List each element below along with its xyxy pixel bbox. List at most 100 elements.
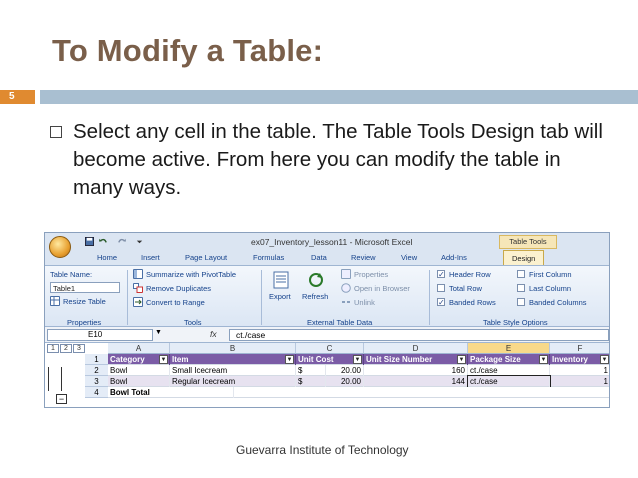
tab-formulas[interactable]: Formulas	[253, 253, 284, 262]
excel-screenshot: ex07_Inventory_lesson11 - Microsoft Exce…	[44, 232, 610, 408]
pivot-table-icon	[133, 269, 143, 279]
bullet-text: Select any cell in the table. The Table …	[73, 120, 603, 199]
column-header-c[interactable]: C	[296, 343, 364, 354]
external-table-data-label: External Table Data	[307, 318, 373, 327]
name-box[interactable]: E10	[47, 329, 153, 341]
column-header-f[interactable]: F	[550, 343, 609, 354]
filter-dropdown-icon[interactable]: ▼	[457, 355, 466, 364]
outline-level-2[interactable]: 2	[60, 344, 72, 353]
tab-data[interactable]: Data	[311, 253, 327, 262]
remove-duplicates-button[interactable]: Remove Duplicates	[146, 284, 211, 293]
row-header[interactable]: 1	[85, 354, 108, 365]
cell[interactable]: 160	[364, 365, 468, 376]
fx-icon[interactable]: fx	[210, 329, 217, 339]
table-name-input[interactable]: Table1	[50, 282, 120, 293]
table-style-options-label: Table Style Options	[483, 318, 548, 327]
tab-insert[interactable]: Insert	[141, 253, 160, 262]
cell[interactable]: 20.00	[326, 365, 364, 376]
selected-cell-e10[interactable]: ct./case	[467, 375, 551, 388]
convert-to-range-button[interactable]: Convert to Range	[146, 298, 205, 307]
cell[interactable]: $	[296, 376, 326, 387]
filter-dropdown-icon[interactable]: ▼	[539, 355, 548, 364]
refresh-button[interactable]: Refresh	[302, 292, 328, 301]
outline-level-1[interactable]: 1	[47, 344, 59, 353]
table-tools-context-tab: Table Tools	[499, 235, 557, 249]
slide-number: 5	[9, 91, 15, 102]
banded-columns-label: Banded Columns	[529, 298, 587, 307]
collapse-group-button[interactable]: −	[56, 394, 67, 404]
header-row-checkbox[interactable]: ✓	[437, 270, 445, 279]
row-header[interactable]: 4	[85, 387, 108, 398]
column-header-b[interactable]: B	[170, 343, 296, 354]
window-title: ex07_Inventory_lesson11 - Microsoft Exce…	[251, 237, 413, 247]
open-in-browser-button[interactable]: Open in Browser	[354, 284, 410, 293]
column-header-a[interactable]: A	[108, 343, 170, 354]
office-button-icon[interactable]	[49, 236, 71, 258]
banded-columns-checkbox[interactable]	[517, 298, 525, 306]
first-column-checkbox[interactable]	[517, 270, 525, 278]
save-icon[interactable]	[85, 237, 94, 246]
last-column-checkbox[interactable]	[517, 284, 525, 292]
first-column-label: First Column	[529, 270, 572, 279]
row-header[interactable]: 2	[85, 365, 108, 376]
name-box-dropdown-icon[interactable]: ▼	[155, 329, 162, 336]
cell[interactable]: 1	[550, 365, 609, 376]
table-row: Bowl Regular Icecream $ 20.00 144 ct./ca…	[108, 375, 609, 388]
cell[interactable]: ct./case	[468, 365, 550, 376]
table-header-row: Category ▼ Item ▼ Unit Cost ▼ Unit Size …	[108, 354, 609, 365]
column-header-e[interactable]: E	[468, 343, 550, 354]
redo-icon[interactable]	[117, 237, 126, 246]
cell[interactable]: $	[296, 365, 326, 376]
slide-footer: Guevarra Institute of Technology	[236, 443, 409, 457]
resize-table-button[interactable]: Resize Table	[63, 297, 106, 306]
outline-level-3[interactable]: 3	[73, 344, 85, 353]
outline-bracket	[48, 367, 49, 391]
header-cell-package-size[interactable]: Package Size	[468, 354, 550, 365]
export-icon	[273, 271, 289, 289]
tab-add-ins[interactable]: Add-Ins	[441, 253, 467, 262]
filter-dropdown-icon[interactable]: ▼	[159, 355, 168, 364]
header-cell-item[interactable]: Item	[170, 354, 296, 365]
refresh-icon	[309, 273, 323, 287]
customize-toolbar-icon[interactable]	[135, 237, 144, 246]
tab-page-layout[interactable]: Page Layout	[185, 253, 227, 262]
table-row: Bowl Small Icecream $ 20.00 160 ct./case…	[108, 365, 609, 376]
outline-bracket	[61, 367, 62, 391]
cell[interactable]: 20.00	[326, 376, 364, 387]
tab-review[interactable]: Review	[351, 253, 376, 262]
tab-home[interactable]: Home	[97, 253, 117, 262]
cell[interactable]: Regular Icecream	[170, 376, 296, 387]
open-browser-icon	[341, 283, 351, 293]
column-header-d[interactable]: D	[364, 343, 468, 354]
banded-rows-checkbox[interactable]: ✓	[437, 298, 445, 307]
table-row: Bowl Total	[108, 387, 609, 398]
tab-design[interactable]: Design	[503, 250, 545, 266]
slide-number-badge: 5	[0, 90, 35, 104]
slide-title: To Modify a Table:	[52, 33, 324, 68]
formula-input[interactable]: ct./case	[229, 329, 609, 341]
title-divider-bar	[40, 90, 638, 104]
total-row-checkbox[interactable]	[437, 284, 445, 292]
cell[interactable]: Bowl Total	[108, 387, 234, 398]
summarize-pivot-button[interactable]: Summarize with PivotTable	[146, 270, 236, 279]
unlink-button[interactable]: Unlink	[354, 298, 375, 307]
export-button[interactable]: Export	[269, 292, 291, 301]
cell[interactable]: 1	[550, 376, 609, 387]
row-header[interactable]: 3	[85, 376, 108, 387]
properties-button[interactable]: Properties	[354, 270, 388, 279]
filter-dropdown-icon[interactable]: ▼	[353, 355, 362, 364]
filter-dropdown-icon[interactable]: ▼	[285, 355, 294, 364]
spreadsheet-grid: 1 2 3 A B C D E F − 1 Category ▼ Item ▼ …	[45, 343, 609, 407]
tab-view[interactable]: View	[401, 253, 417, 262]
undo-icon[interactable]	[99, 237, 108, 246]
header-cell-unit-size-number[interactable]: Unit Size Number	[364, 354, 468, 365]
properties-group-label: Properties	[67, 318, 102, 327]
filter-dropdown-icon[interactable]: ▼	[600, 355, 609, 364]
cell[interactable]: Bowl	[108, 365, 170, 376]
cell[interactable]: 144	[364, 376, 468, 387]
resize-table-icon	[50, 296, 60, 306]
cell[interactable]: Bowl	[108, 376, 170, 387]
unlink-icon	[342, 301, 350, 303]
cell[interactable]: Small Icecream	[170, 365, 296, 376]
tools-group-label: Tools	[184, 318, 202, 327]
